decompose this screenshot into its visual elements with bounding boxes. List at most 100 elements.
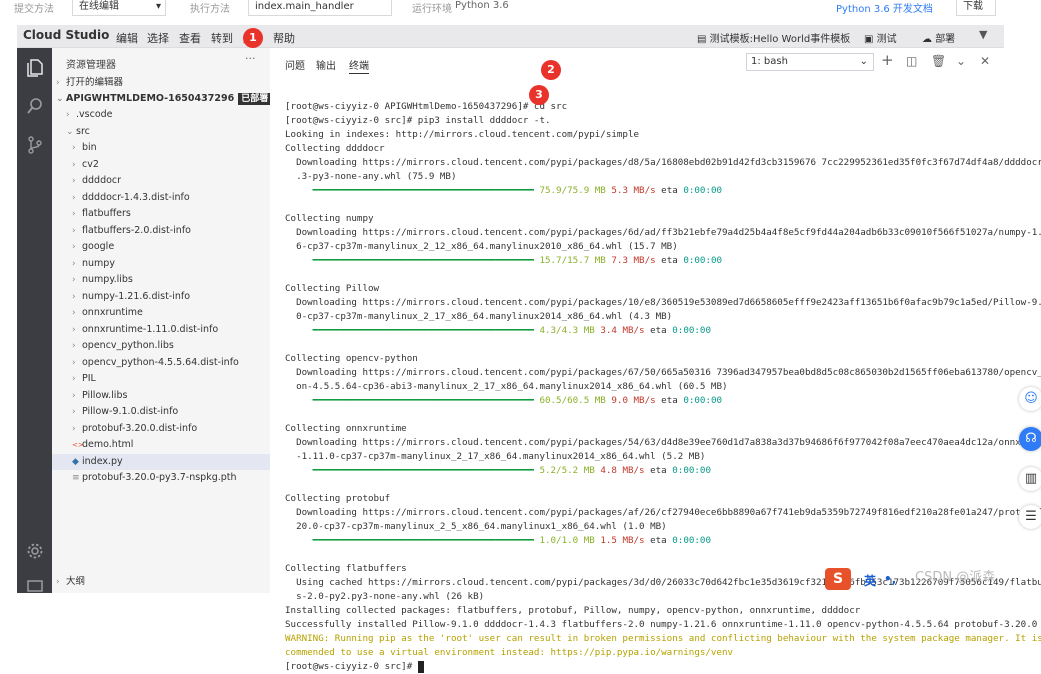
tree-folder[interactable]: › ddddocr-1.4.3.dist-info <box>52 190 290 206</box>
chevron-right-icon: › <box>72 390 76 401</box>
list-icon[interactable]: ☰ <box>1019 505 1041 529</box>
terminal-line: Collecting opencv-python <box>285 353 418 364</box>
exec-method-input[interactable]: index.main_handler <box>248 0 392 16</box>
menu-view[interactable]: 查看 <box>179 30 201 46</box>
open-editors-section[interactable]: › 打开的编辑器 <box>52 75 274 91</box>
annotation-badge-3: 3 <box>529 85 549 105</box>
menu-edit[interactable]: 编辑 <box>116 30 138 46</box>
tree-folder[interactable]: › numpy-1.21.6.dist-info <box>52 289 290 305</box>
terminal-cursor <box>417 660 424 673</box>
chevron-right-icon: › <box>72 357 76 368</box>
tree-folder[interactable]: › .vscode <box>52 107 284 123</box>
chevron-down-icon: ⌄ <box>859 56 868 67</box>
chevron-down-icon: ⌄ <box>56 94 64 104</box>
ime-language[interactable]: 英 <box>864 572 876 589</box>
tab-terminal[interactable]: 终端 <box>349 57 369 74</box>
remote-icon[interactable] <box>25 576 45 596</box>
terminal-line: 6-cp37-cp37m-manylinux_2_12_x86_64.manyl… <box>285 241 678 252</box>
sogou-ime-icon[interactable]: S <box>825 568 851 590</box>
tree-file[interactable]: ◆ index.py <box>52 453 290 470</box>
tree-item-label: .vscode <box>76 109 113 120</box>
test-template-label: 测试模板:Hello World事件模板 <box>709 34 851 45</box>
terminal-line: [root@ws-ciyyiz-0 src]# <box>285 660 997 674</box>
chevron-right-icon: › <box>72 275 76 285</box>
trash-icon[interactable]: 🗑 <box>931 54 946 68</box>
terminal-line: Downloading https://mirrors.cloud.tencen… <box>285 367 1041 378</box>
chevron-right-icon: › <box>72 374 76 384</box>
menu-bar: Cloud Studio 编辑 选择 查看 转到 运 帮助 ▤ 测试模板:Hel… <box>17 25 1004 48</box>
tree-folder[interactable]: › ddddocr <box>52 173 290 189</box>
download-select[interactable]: 下载 <box>956 0 996 16</box>
tree-file[interactable]: ≡ protobuf-3.20.0-py3.7-nspkg.pth <box>52 470 290 486</box>
warning-line: commended to use a virtual environment i… <box>285 647 734 658</box>
test-icon: ▣ <box>864 34 877 45</box>
chevron-down-icon[interactable]: ⌄ <box>956 54 966 68</box>
tree-item-label: opencv_python.libs <box>82 340 174 351</box>
support-headset-icon[interactable]: ☊ <box>1019 427 1041 451</box>
tree-folder[interactable]: ⌄ src <box>52 124 284 140</box>
tree-folder[interactable]: › numpy <box>52 256 290 272</box>
shell-select[interactable]: 1: bash ⌄ <box>746 53 874 71</box>
terminal-line: Collecting Pillow <box>285 283 380 294</box>
outline-section[interactable]: › 大纲 <box>52 574 274 590</box>
tree-folder[interactable]: › cv2 <box>52 157 290 173</box>
docs-book-icon[interactable]: ▥ <box>1019 467 1041 491</box>
terminal-line: Downloading https://mirrors.cloud.tencen… <box>285 507 1041 518</box>
tree-folder[interactable]: › bin <box>52 140 290 156</box>
feedback-smile-icon[interactable]: ☺ <box>1019 387 1041 411</box>
tab-problems[interactable]: 问题 <box>285 57 305 72</box>
settings-gear-icon[interactable] <box>25 541 45 561</box>
tree-item-label: flatbuffers <box>82 208 131 219</box>
tree-item-label: cv2 <box>82 158 99 170</box>
tree-folder[interactable]: › protobuf-3.20.0.dist-info <box>52 421 290 437</box>
close-icon[interactable]: ✕ <box>980 54 990 68</box>
test-template-button[interactable]: ▤ 测试模板:Hello World事件模板 <box>697 30 850 45</box>
project-root[interactable]: ⌄ APIGWHTMLDEMO-1650437296 已部署 <box>52 91 274 107</box>
tree-folder[interactable]: › onnxruntime <box>52 305 290 321</box>
tree-item-label: opencv_python-4.5.5.64.dist-info <box>82 356 239 368</box>
tree-folder[interactable]: › onnxruntime-1.11.0.dist-info <box>52 322 290 338</box>
tree-item-label: protobuf-3.20.0.dist-info <box>82 422 198 434</box>
progress-line: ━━━━━━━━━━━━━━━━━━━━━━━━━━━━━━━━━━━━━━━━… <box>285 394 997 408</box>
progress-size: 4.3/4.3 MB <box>539 325 601 336</box>
chevron-right-icon: › <box>72 242 76 252</box>
chevron-right-icon: › <box>72 341 76 351</box>
tree-folder[interactable]: › PIL <box>52 371 290 387</box>
menu-help[interactable]: 帮助 <box>273 30 295 46</box>
terminal-line: Collecting protobuf <box>285 493 391 504</box>
tree-folder[interactable]: › Pillow.libs <box>52 388 290 404</box>
tree-item-label: Pillow-9.1.0.dist-info <box>82 406 179 417</box>
progress-bar: ━━━━━━━━━━━━━━━━━━━━━━━━━━━━━━━━━━━━━━━━ <box>285 255 540 266</box>
test-button[interactable]: ▣ 测试 <box>864 30 897 45</box>
menu-goto[interactable]: 转到 <box>211 30 233 46</box>
more-actions-icon[interactable]: ··· <box>245 52 256 65</box>
tree-folder[interactable]: › flatbuffers-2.0.dist-info <box>52 223 290 239</box>
tree-folder[interactable]: › opencv_python.libs <box>52 338 290 354</box>
tree-item-label: PIL <box>82 373 96 384</box>
add-terminal-icon[interactable]: + <box>881 51 894 69</box>
search-icon[interactable] <box>25 96 45 116</box>
tree-folder[interactable]: › opencv_python-4.5.5.64.dist-info <box>52 355 290 371</box>
python-doc-link[interactable]: Python 3.6 开发文档 <box>836 0 933 15</box>
tree-folder[interactable]: › numpy.libs <box>52 272 290 288</box>
tree-folder[interactable]: › google <box>52 239 290 255</box>
submit-method-select[interactable]: 在线编辑 ▾ <box>72 0 166 16</box>
tree-folder[interactable]: › Pillow-9.1.0.dist-info <box>52 404 290 420</box>
ime-punct[interactable]: •, <box>884 572 896 586</box>
source-control-icon[interactable] <box>25 135 45 155</box>
terminal-output[interactable]: [root@ws-ciyyiz-0 APIGWHtmlDemo-16504372… <box>285 100 1041 674</box>
deploy-button[interactable]: ☁ 部署 <box>922 30 955 45</box>
files-icon[interactable] <box>25 58 45 78</box>
split-terminal-icon[interactable]: ◫ <box>906 54 917 68</box>
menu-select[interactable]: 选择 <box>147 30 169 46</box>
progress-eta: 0:00:00 <box>683 185 723 196</box>
progress-bar: ━━━━━━━━━━━━━━━━━━━━━━━━━━━━━━━━━━━━━━━━ <box>285 185 540 196</box>
terminal-line: Downloading https://mirrors.cloud.tencen… <box>285 157 1041 168</box>
collapse-caret-icon[interactable]: ▼ <box>979 28 987 41</box>
chevron-down-icon: ⌄ <box>66 126 74 137</box>
tree-folder[interactable]: › flatbuffers <box>52 206 290 222</box>
tree-file[interactable]: <>demo.html <box>52 437 290 453</box>
tab-output[interactable]: 输出 <box>316 57 336 72</box>
